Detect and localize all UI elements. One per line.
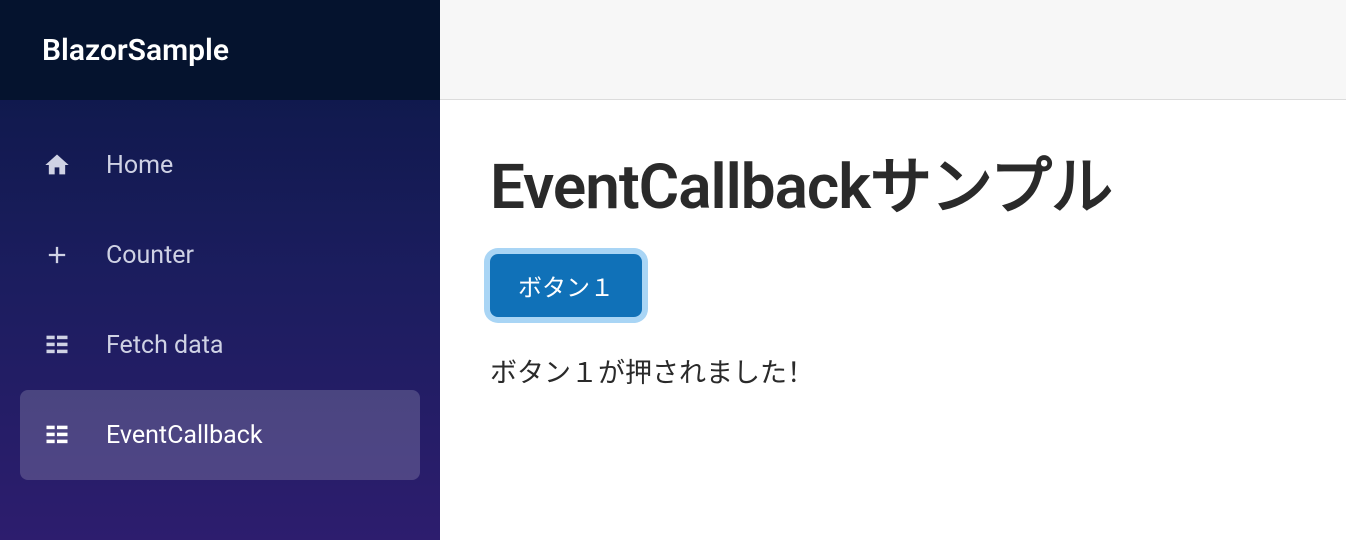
sidebar-item-fetch-data[interactable]: Fetch data [20,300,420,390]
topbar [440,0,1346,100]
sidebar-item-label: Home [106,151,173,180]
sidebar-item-counter[interactable]: Counter [20,210,420,300]
sidebar-nav: Home Counter Fetch data [0,100,440,500]
sidebar-item-label: Fetch data [106,331,224,360]
sidebar-item-label: EventCallback [106,421,263,450]
content: EventCallbackサンプル ボタン１ ボタン１が押されました！ [440,100,1346,540]
sidebar-item-home[interactable]: Home [20,120,420,210]
list-icon [42,330,72,360]
main-area: EventCallbackサンプル ボタン１ ボタン１が押されました！ [440,0,1346,540]
page-title: EventCallbackサンプル [490,136,1296,226]
status-message: ボタン１が押されました！ [490,351,1296,390]
button-1[interactable]: ボタン１ [490,254,642,317]
sidebar-item-label: Counter [106,241,194,270]
sidebar-item-eventcallback[interactable]: EventCallback [20,390,420,480]
sidebar: BlazorSample Home Counter [0,0,440,540]
list-icon [42,420,72,450]
home-icon [42,150,72,180]
brand-title: BlazorSample [0,0,440,100]
plus-icon [42,240,72,270]
